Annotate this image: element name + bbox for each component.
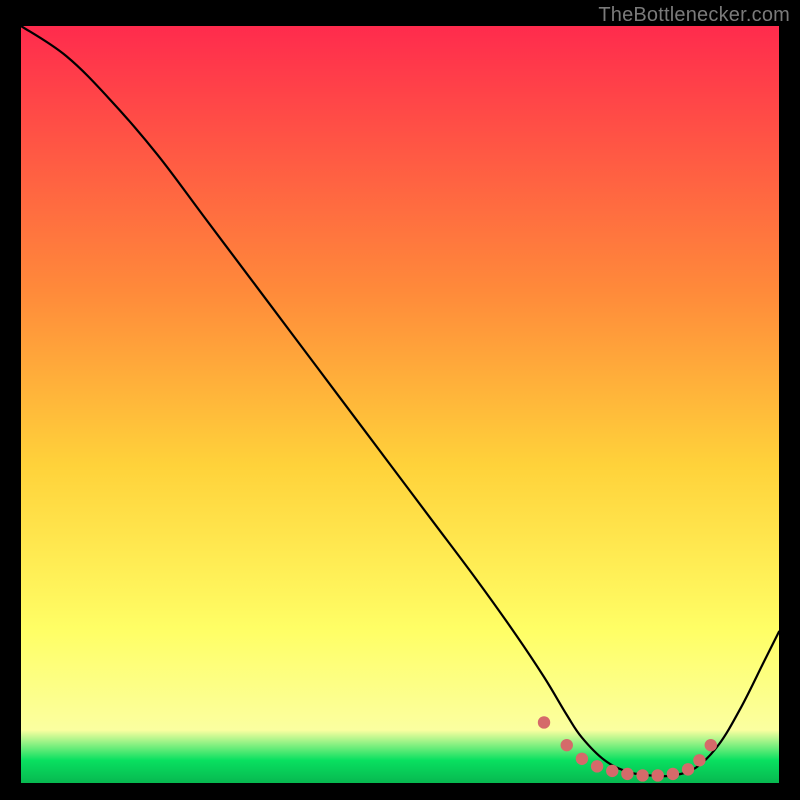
- sweet-spot-marker: [621, 768, 633, 780]
- gradient-background: [21, 26, 779, 783]
- sweet-spot-marker: [538, 716, 550, 728]
- plot-area: [21, 26, 779, 783]
- sweet-spot-marker: [705, 739, 717, 751]
- sweet-spot-marker: [606, 765, 618, 777]
- sweet-spot-marker: [561, 739, 573, 751]
- sweet-spot-marker: [591, 760, 603, 772]
- sweet-spot-marker: [693, 754, 705, 766]
- sweet-spot-marker: [667, 768, 679, 780]
- sweet-spot-marker: [576, 753, 588, 765]
- sweet-spot-marker: [636, 769, 648, 781]
- sweet-spot-marker: [682, 763, 694, 775]
- chart-stage: TheBottlenecker.com: [0, 0, 800, 800]
- bottleneck-chart: [21, 26, 779, 783]
- attribution-text: TheBottlenecker.com: [598, 4, 790, 27]
- sweet-spot-marker: [652, 769, 664, 781]
